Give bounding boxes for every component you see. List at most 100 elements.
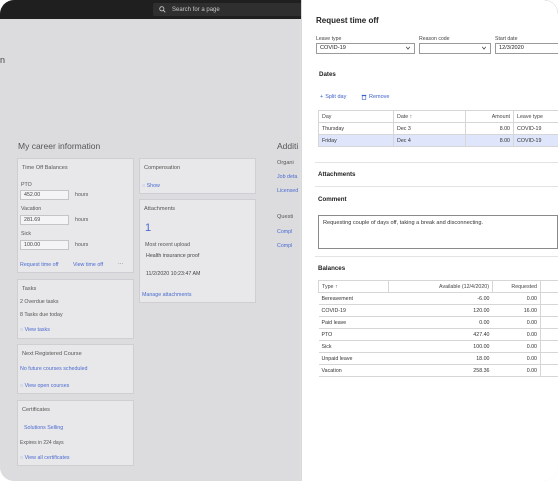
cell-requested: 0.00 [492, 340, 541, 353]
start-date-input[interactable]: 12/3/2020 [495, 43, 558, 54]
manage-attachments-link[interactable]: Manage attachments [142, 292, 191, 298]
trash-icon [361, 94, 367, 100]
comment-section-title: Comment [318, 196, 347, 203]
question-link-2[interactable]: Compl [277, 243, 292, 249]
cell-available: -6.00 [388, 292, 493, 305]
table-row[interactable]: COVID-19 120.00 16.00 [318, 304, 558, 317]
table-row-selected[interactable]: Friday Dec 4 8.00 COVID-19 [318, 134, 558, 147]
cell-requested: 0.00 [492, 316, 541, 329]
cell-day: Friday [318, 134, 394, 147]
cell-extra [540, 340, 558, 353]
cell-amount: 8.00 [465, 134, 514, 147]
career-section-title: My career information [18, 141, 101, 151]
balances-header-row: Type ↑ Available (12/4/2020) Requested [318, 280, 558, 293]
sick-unit: hours [75, 242, 89, 248]
cell-requested: 0.00 [492, 364, 541, 377]
table-row[interactable]: Unpaid leave 18.00 0.00 [318, 352, 558, 365]
balances-section-title: Balances [318, 265, 346, 272]
cell-available: 0.00 [388, 316, 493, 329]
reason-code-dropdown[interactable] [419, 43, 491, 54]
divider [315, 256, 558, 257]
header-day[interactable]: Day [318, 110, 394, 123]
cell-type: PTO [318, 328, 389, 341]
cell-type: Paid leave [318, 316, 389, 329]
cell-leave-type: COVID-19 [513, 122, 558, 135]
header-extra [540, 280, 558, 293]
chevron-down-icon [481, 46, 487, 50]
table-row[interactable]: Bereavement -6.00 0.00 [318, 292, 558, 305]
cell-date: Dec 4 [393, 134, 466, 147]
split-day-button[interactable]: + Split day [320, 94, 346, 100]
reason-code-label: Reason code [419, 36, 450, 42]
more-options-icon[interactable]: ··· [118, 261, 123, 267]
table-row[interactable]: Sick 100.00 0.00 [318, 340, 558, 353]
dates-table: Day Date ↑ Amount Leave type Thursday De… [318, 110, 558, 147]
attachments-count[interactable]: 1 [145, 222, 151, 234]
divider [315, 186, 558, 187]
header-leave-type[interactable]: Leave type [513, 110, 558, 123]
vacation-unit: hours [75, 217, 89, 223]
remove-button[interactable]: Remove [361, 94, 389, 100]
cell-available: 120.00 [388, 304, 493, 317]
recent-upload-name: Health insurance proof [146, 253, 200, 259]
cell-extra [540, 292, 558, 305]
search-icon [159, 6, 166, 13]
cell-type: Bereavement [318, 292, 389, 305]
start-date-label: Start date [495, 36, 518, 42]
dates-section-title: Dates [319, 71, 336, 78]
cell-available: 258.36 [388, 364, 493, 377]
view-tasks-label: View tasks [24, 327, 50, 333]
compensation-title: Compensation [144, 165, 181, 171]
table-row[interactable]: Paid leave 0.00 0.00 [318, 316, 558, 329]
header-date[interactable]: Date ↑ [393, 110, 466, 123]
show-compensation-link[interactable]: ◌ Show [142, 183, 160, 189]
plus-icon: + [320, 94, 324, 100]
pto-unit: hours [75, 192, 89, 198]
view-tasks-link[interactable]: ◌ View tasks [20, 327, 50, 333]
cell-leave-type: COVID-19 [513, 134, 558, 147]
licensed-link[interactable]: Licensed [277, 188, 298, 194]
view-time-off-link[interactable]: View time off [73, 262, 103, 268]
search-box[interactable]: Search for a page [153, 3, 303, 16]
page-heading-fragment: n [0, 55, 6, 65]
job-details-link[interactable]: Job deta [277, 174, 297, 180]
header-amount[interactable]: Amount [465, 110, 514, 123]
pto-value: 452.00 [20, 190, 69, 200]
comment-textarea[interactable]: Requesting couple of days off, taking a … [318, 215, 558, 249]
app-frame: Search for a page n My career informatio… [0, 0, 558, 481]
attachments-title: Attachments [144, 206, 176, 212]
table-row[interactable]: Vacation 258.36 0.00 [318, 364, 558, 377]
tasks-due-today: 8 Tasks due today [20, 312, 63, 318]
search-placeholder: Search for a page [172, 6, 220, 13]
cell-type: Unpaid leave [318, 352, 389, 365]
certificates-title: Certificates [22, 407, 50, 413]
header-available[interactable]: Available (12/4/2020) [388, 280, 493, 293]
organization-title: Organi [277, 160, 294, 166]
view-all-certificates-link[interactable]: ◌ View all certificates [20, 455, 70, 461]
overdue-tasks: 2 Overdue tasks [20, 299, 59, 305]
header-requested[interactable]: Requested [492, 280, 541, 293]
attachments-section-title: Attachments [318, 171, 356, 178]
request-time-off-link[interactable]: Request time off [20, 262, 58, 268]
cell-requested: 0.00 [492, 328, 541, 341]
cell-extra [540, 304, 558, 317]
sick-label: Sick [21, 231, 32, 237]
cell-type: COVID-19 [318, 304, 389, 317]
leave-type-dropdown[interactable]: COVID-19 [316, 43, 415, 54]
table-row[interactable]: Thursday Dec 3 8.00 COVID-19 [318, 122, 558, 135]
solutions-selling-link[interactable]: Solutions Selling [24, 425, 63, 431]
cell-type: Sick [318, 340, 389, 353]
time-off-title: Time Off Balances [22, 165, 68, 171]
additional-section-title: Additi [277, 141, 299, 151]
question-link-1[interactable]: Compl [277, 229, 292, 235]
view-open-courses-link[interactable]: ◌ View open courses [20, 383, 69, 389]
pto-label: PTO [21, 182, 32, 188]
header-type[interactable]: Type ↑ [318, 280, 389, 293]
cell-requested: 0.00 [492, 292, 541, 305]
cell-available: 100.00 [388, 340, 493, 353]
no-future-courses-link[interactable]: No future courses scheduled [20, 366, 87, 372]
cell-type: Vacation [318, 364, 389, 377]
table-row[interactable]: PTO 427.40 0.00 [318, 328, 558, 341]
remove-label: Remove [369, 94, 390, 100]
view-certificates-label: View all certificates [24, 455, 70, 461]
